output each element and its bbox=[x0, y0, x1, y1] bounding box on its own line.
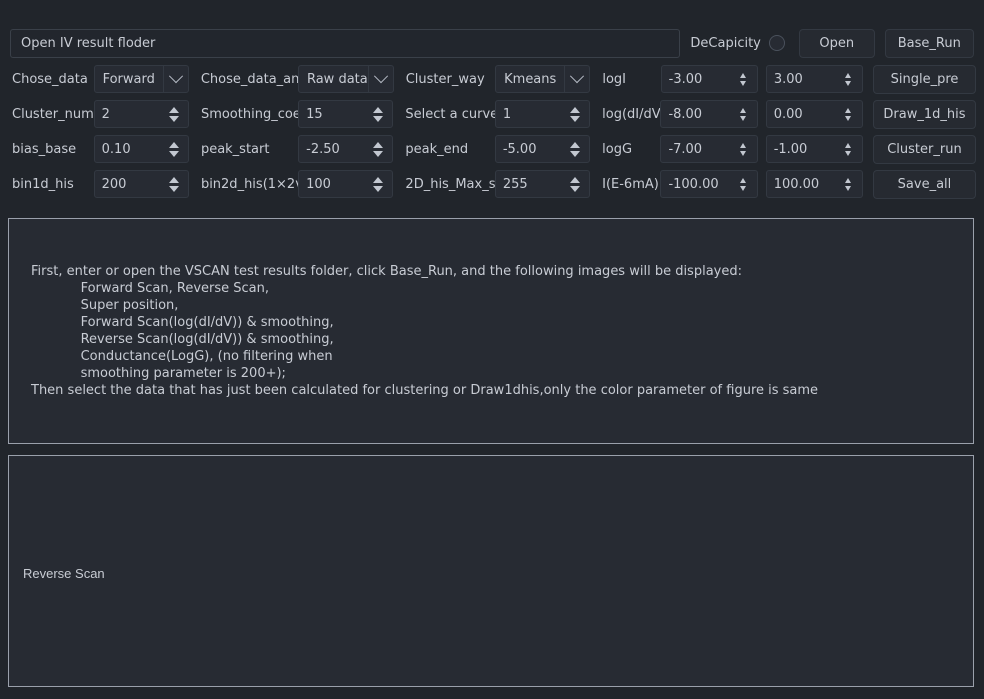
param-row-4: bin1d_his 200 bin2d_his(1×2val 100 2D_hi… bbox=[8, 169, 977, 199]
label-2d-his-max-set: 2D_his_Max_set bbox=[405, 176, 495, 192]
spinner-arrows-icon[interactable] bbox=[838, 66, 862, 92]
cluster-num-value: 2 bbox=[101, 106, 110, 122]
folder-path-input[interactable] bbox=[10, 28, 681, 58]
label-logi: logI bbox=[602, 71, 626, 87]
select-a-curve-spinbox[interactable]: 1 bbox=[494, 100, 591, 128]
label-peak-start: peak_start bbox=[200, 141, 270, 157]
parameter-grid: Chose_data Forward Chose_data_and_ Raw d… bbox=[8, 64, 977, 204]
logi-min-value: -3.00 bbox=[668, 71, 703, 87]
label-select-a-curve: Select a curve bbox=[405, 106, 495, 122]
select-a-curve-value: 1 bbox=[502, 106, 512, 122]
peak-end-value: -5.00 bbox=[502, 141, 537, 157]
spinner-arrows-icon[interactable] bbox=[733, 101, 757, 127]
bias-base-value: 0.10 bbox=[101, 141, 131, 157]
2d-his-max-set-spinbox[interactable]: 255 bbox=[494, 170, 591, 198]
logi-max-spinbox[interactable]: 3.00 bbox=[765, 65, 863, 93]
instructions-text: First, enter or open the VSCAN test resu… bbox=[31, 264, 819, 398]
label-logg: logG bbox=[602, 141, 633, 157]
base-run-button[interactable]: Base_Run bbox=[884, 28, 974, 58]
current-min-value: -100.00 bbox=[668, 176, 719, 192]
bias-base-spinbox[interactable]: 0.10 bbox=[93, 135, 189, 163]
log-didv-max-value: 0.00 bbox=[773, 106, 803, 122]
logg-min-spinbox[interactable]: -7.00 bbox=[660, 135, 758, 163]
decapicity-radio-icon[interactable] bbox=[768, 35, 785, 51]
chose-data-and-combo[interactable]: Raw data bbox=[297, 65, 394, 93]
save-all-button[interactable]: Save_all bbox=[872, 169, 977, 199]
label-bin2d-his: bin2d_his(1×2val bbox=[200, 176, 298, 192]
label-cluster-way: Cluster_way bbox=[405, 71, 485, 87]
bin2d-his-spinbox[interactable]: 100 bbox=[298, 170, 394, 198]
chevron-down-icon[interactable] bbox=[367, 66, 393, 92]
peak-start-value: -2.50 bbox=[306, 141, 340, 157]
chevron-down-icon[interactable] bbox=[162, 66, 188, 92]
spinner-arrows-icon[interactable] bbox=[565, 171, 589, 197]
single-pre-button[interactable]: Single_pre bbox=[873, 64, 977, 94]
spinner-arrows-icon[interactable] bbox=[368, 136, 392, 162]
application-window: DeCapicity Open Base_Run Chose_data Forw… bbox=[0, 0, 984, 699]
spinner-arrows-icon[interactable] bbox=[368, 101, 392, 127]
current-max-spinbox[interactable]: 100.00 bbox=[765, 170, 863, 198]
label-bias-base: bias_base bbox=[12, 141, 77, 157]
chevron-down-icon[interactable] bbox=[564, 66, 589, 92]
logg-min-value: -7.00 bbox=[668, 141, 703, 157]
cluster-num-spinbox[interactable]: 2 bbox=[93, 100, 189, 128]
spinner-arrows-icon[interactable] bbox=[164, 171, 188, 197]
2d-his-max-set-value: 255 bbox=[502, 176, 528, 192]
chose-data-and-value: Raw data bbox=[306, 71, 368, 87]
label-peak-end: peak_end bbox=[405, 141, 469, 157]
spinner-arrows-icon[interactable] bbox=[565, 101, 589, 127]
bin1d-his-value: 200 bbox=[101, 176, 127, 192]
logg-max-spinbox[interactable]: -1.00 bbox=[765, 135, 863, 163]
logg-max-value: -1.00 bbox=[773, 141, 808, 157]
log-didv-min-value: -8.00 bbox=[668, 106, 703, 122]
cluster-way-combo[interactable]: Kmeans bbox=[495, 65, 591, 93]
logi-min-spinbox[interactable]: -3.00 bbox=[660, 65, 758, 93]
spinner-arrows-icon[interactable] bbox=[733, 66, 757, 92]
decapicity-control[interactable]: DeCapicity bbox=[690, 35, 785, 51]
spinner-arrows-icon[interactable] bbox=[838, 101, 862, 127]
instructions-panel: First, enter or open the VSCAN test resu… bbox=[8, 218, 974, 444]
decapicity-label: DeCapicity bbox=[690, 35, 761, 51]
spinner-arrows-icon[interactable] bbox=[368, 171, 392, 197]
spinner-arrows-icon[interactable] bbox=[164, 101, 188, 127]
log-didv-min-spinbox[interactable]: -8.00 bbox=[660, 100, 758, 128]
param-row-2: Cluster_num 2 Smoothing_coeff 15 Select … bbox=[8, 99, 977, 129]
spinner-arrows-icon[interactable] bbox=[565, 136, 589, 162]
label-chose-data-and: Chose_data_and_ bbox=[200, 71, 298, 87]
chose-data-value: Forward bbox=[102, 71, 155, 87]
bin1d-his-spinbox[interactable]: 200 bbox=[93, 170, 189, 198]
bin2d-his-value: 100 bbox=[306, 176, 331, 192]
cluster-way-value: Kmeans bbox=[504, 71, 557, 87]
spinner-arrows-icon[interactable] bbox=[733, 171, 757, 197]
param-row-3: bias_base 0.10 peak_start -2.50 peak_end… bbox=[8, 134, 977, 164]
label-current: I(E-6mA) bbox=[602, 176, 659, 192]
chose-data-combo[interactable]: Forward bbox=[93, 65, 189, 93]
label-cluster-num: Cluster_num bbox=[12, 106, 94, 122]
log-didv-max-spinbox[interactable]: 0.00 bbox=[765, 100, 863, 128]
top-toolbar: DeCapicity Open Base_Run bbox=[10, 28, 974, 58]
current-max-value: 100.00 bbox=[773, 176, 820, 192]
reverse-scan-label: Reverse Scan bbox=[23, 566, 105, 581]
reverse-scan-panel: Reverse Scan bbox=[8, 455, 974, 687]
cluster-run-button[interactable]: Cluster_run bbox=[872, 134, 977, 164]
spinner-arrows-icon[interactable] bbox=[164, 136, 188, 162]
spinner-arrows-icon[interactable] bbox=[838, 171, 862, 197]
label-log-didv: log(dI/dV) bbox=[602, 106, 661, 122]
label-chose-data: Chose_data bbox=[12, 71, 88, 87]
current-min-spinbox[interactable]: -100.00 bbox=[660, 170, 758, 198]
smoothing-coeff-value: 15 bbox=[306, 106, 323, 122]
label-smoothing-coeff: Smoothing_coeff bbox=[200, 106, 299, 122]
smoothing-coeff-spinbox[interactable]: 15 bbox=[298, 100, 394, 128]
spinner-arrows-icon[interactable] bbox=[838, 136, 862, 162]
label-bin1d-his: bin1d_his bbox=[12, 176, 74, 192]
logi-max-value: 3.00 bbox=[773, 71, 803, 87]
param-row-1: Chose_data Forward Chose_data_and_ Raw d… bbox=[8, 64, 977, 94]
peak-end-spinbox[interactable]: -5.00 bbox=[494, 135, 591, 163]
spinner-arrows-icon[interactable] bbox=[733, 136, 757, 162]
peak-start-spinbox[interactable]: -2.50 bbox=[298, 135, 394, 163]
open-button[interactable]: Open bbox=[798, 28, 875, 58]
draw-1d-his-button[interactable]: Draw_1d_his bbox=[872, 99, 977, 129]
